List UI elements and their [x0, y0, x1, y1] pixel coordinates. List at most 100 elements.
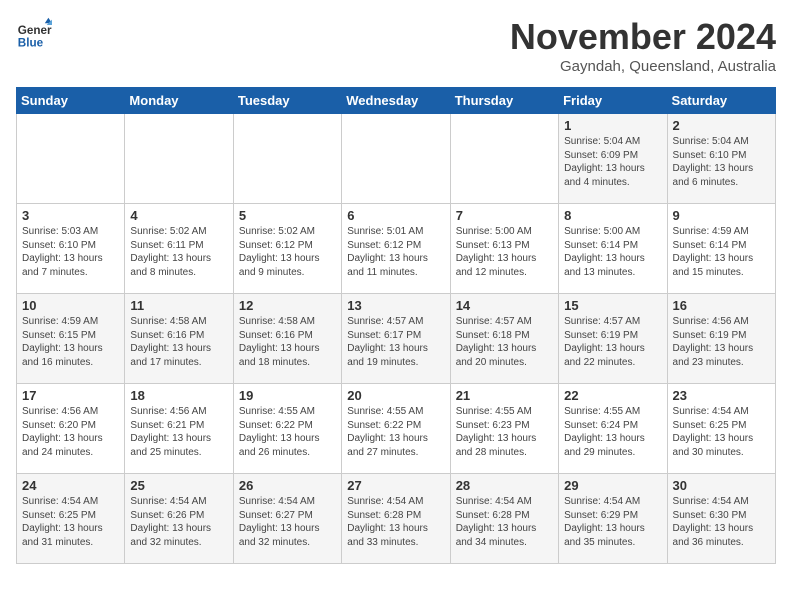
day-info: Sunrise: 4:59 AM Sunset: 6:15 PM Dayligh…	[22, 315, 119, 369]
day-cell: 22 Sunrise: 4:55 AM Sunset: 6:24 PM Dayli…	[559, 384, 667, 474]
day-cell: 9Sunrise: 4:59 AM Sunset: 6:14 PM Daylig…	[667, 204, 775, 294]
day-info: Sunrise: 4:58 AM Sunset: 6:16 PM Dayligh…	[130, 315, 227, 369]
day-number: 11	[130, 298, 227, 313]
day-cell	[17, 114, 125, 204]
col-header-saturday: Saturday	[667, 88, 775, 114]
day-info: Sunrise: 4:57 AM Sunset: 6:18 PM Dayligh…	[456, 315, 553, 369]
day-info: Sunrise: 5:00 AM Sunset: 6:13 PM Dayligh…	[456, 225, 553, 279]
col-header-friday: Friday	[559, 88, 667, 114]
day-number: 10	[22, 298, 119, 313]
day-info: Sunrise: 5:02 AM Sunset: 6:11 PM Dayligh…	[130, 225, 227, 279]
day-number: 26	[239, 478, 336, 493]
day-info: Sunrise: 4:54 AM Sunset: 6:28 PM Dayligh…	[456, 495, 553, 549]
day-cell: 8 Sunrise: 5:00 AM Sunset: 6:14 PM Daylig…	[559, 204, 667, 294]
day-info: Sunrise: 4:58 AM Sunset: 6:16 PM Dayligh…	[239, 315, 336, 369]
day-number: 30	[673, 478, 770, 493]
day-info: Sunrise: 4:54 AM Sunset: 6:29 PM Dayligh…	[564, 495, 661, 549]
day-cell: 20Sunrise: 4:55 AM Sunset: 6:22 PM Dayli…	[342, 384, 450, 474]
day-number: 27	[347, 478, 444, 493]
day-cell: 21Sunrise: 4:55 AM Sunset: 6:23 PM Dayli…	[450, 384, 558, 474]
week-row-3: 10 Sunrise: 4:59 AM Sunset: 6:15 PM Dayli…	[17, 294, 776, 384]
day-number: 6	[347, 208, 444, 223]
day-info: Sunrise: 5:01 AM Sunset: 6:12 PM Dayligh…	[347, 225, 444, 279]
col-header-tuesday: Tuesday	[233, 88, 341, 114]
day-number: 24	[22, 478, 119, 493]
day-info: Sunrise: 4:54 AM Sunset: 6:30 PM Dayligh…	[673, 495, 770, 549]
day-number: 2	[673, 118, 770, 133]
day-cell: 3 Sunrise: 5:03 AM Sunset: 6:10 PM Daylig…	[17, 204, 125, 294]
day-number: 3	[22, 208, 119, 223]
day-cell: 18Sunrise: 4:56 AM Sunset: 6:21 PM Dayli…	[125, 384, 233, 474]
day-number: 15	[564, 298, 661, 313]
day-info: Sunrise: 4:59 AM Sunset: 6:14 PM Dayligh…	[673, 225, 770, 279]
day-number: 17	[22, 388, 119, 403]
day-number: 4	[130, 208, 227, 223]
month-title: November 2024	[510, 16, 776, 58]
day-cell: 19Sunrise: 4:55 AM Sunset: 6:22 PM Dayli…	[233, 384, 341, 474]
day-cell: 30 Sunrise: 4:54 AM Sunset: 6:30 PM Dayli…	[667, 474, 775, 564]
svg-text:General: General	[18, 24, 52, 37]
logo: General Blue	[16, 16, 52, 52]
day-cell: 23Sunrise: 4:54 AM Sunset: 6:25 PM Dayli…	[667, 384, 775, 474]
day-number: 13	[347, 298, 444, 313]
day-info: Sunrise: 4:54 AM Sunset: 6:26 PM Dayligh…	[130, 495, 227, 549]
day-number: 28	[456, 478, 553, 493]
day-cell: 10 Sunrise: 4:59 AM Sunset: 6:15 PM Dayli…	[17, 294, 125, 384]
day-cell: 15 Sunrise: 4:57 AM Sunset: 6:19 PM Dayli…	[559, 294, 667, 384]
day-info: Sunrise: 5:04 AM Sunset: 6:09 PM Dayligh…	[564, 135, 661, 189]
day-info: Sunrise: 4:55 AM Sunset: 6:24 PM Dayligh…	[564, 405, 661, 459]
day-cell: 28 Sunrise: 4:54 AM Sunset: 6:28 PM Dayli…	[450, 474, 558, 564]
day-cell	[342, 114, 450, 204]
day-cell: 2 Sunrise: 5:04 AM Sunset: 6:10 PM Daylig…	[667, 114, 775, 204]
day-number: 21	[456, 388, 553, 403]
day-cell: 6 Sunrise: 5:01 AM Sunset: 6:12 PM Daylig…	[342, 204, 450, 294]
day-cell	[450, 114, 558, 204]
day-number: 5	[239, 208, 336, 223]
day-number: 14	[456, 298, 553, 313]
day-info: Sunrise: 4:57 AM Sunset: 6:17 PM Dayligh…	[347, 315, 444, 369]
day-cell: 26 Sunrise: 4:54 AM Sunset: 6:27 PM Dayli…	[233, 474, 341, 564]
day-cell: 7 Sunrise: 5:00 AM Sunset: 6:13 PM Daylig…	[450, 204, 558, 294]
day-info: Sunrise: 4:54 AM Sunset: 6:28 PM Dayligh…	[347, 495, 444, 549]
day-cell: 11 Sunrise: 4:58 AM Sunset: 6:16 PM Dayli…	[125, 294, 233, 384]
week-row-5: 24 Sunrise: 4:54 AM Sunset: 6:25 PM Dayli…	[17, 474, 776, 564]
day-cell: 1Sunrise: 5:04 AM Sunset: 6:09 PM Daylig…	[559, 114, 667, 204]
col-header-monday: Monday	[125, 88, 233, 114]
day-number: 7	[456, 208, 553, 223]
page-header: General Blue November 2024 Gayndah, Quee…	[16, 16, 776, 75]
day-info: Sunrise: 4:56 AM Sunset: 6:19 PM Dayligh…	[673, 315, 770, 369]
day-cell: 29 Sunrise: 4:54 AM Sunset: 6:29 PM Dayli…	[559, 474, 667, 564]
day-info: Sunrise: 4:54 AM Sunset: 6:25 PM Dayligh…	[22, 495, 119, 549]
day-info: Sunrise: 4:54 AM Sunset: 6:27 PM Dayligh…	[239, 495, 336, 549]
day-info: Sunrise: 5:04 AM Sunset: 6:10 PM Dayligh…	[673, 135, 770, 189]
day-cell	[233, 114, 341, 204]
day-number: 22	[564, 388, 661, 403]
week-row-4: 17 Sunrise: 4:56 AM Sunset: 6:20 PM Dayli…	[17, 384, 776, 474]
day-cell: 17 Sunrise: 4:56 AM Sunset: 6:20 PM Dayli…	[17, 384, 125, 474]
day-cell: 24 Sunrise: 4:54 AM Sunset: 6:25 PM Dayli…	[17, 474, 125, 564]
day-number: 25	[130, 478, 227, 493]
day-cell: 5Sunrise: 5:02 AM Sunset: 6:12 PM Daylig…	[233, 204, 341, 294]
day-cell	[125, 114, 233, 204]
day-number: 20	[347, 388, 444, 403]
day-number: 29	[564, 478, 661, 493]
day-info: Sunrise: 4:57 AM Sunset: 6:19 PM Dayligh…	[564, 315, 661, 369]
day-cell: 14 Sunrise: 4:57 AM Sunset: 6:18 PM Dayli…	[450, 294, 558, 384]
day-number: 23	[673, 388, 770, 403]
day-number: 8	[564, 208, 661, 223]
calendar-table: SundayMondayTuesdayWednesdayThursdayFrid…	[16, 87, 776, 564]
day-info: Sunrise: 4:56 AM Sunset: 6:20 PM Dayligh…	[22, 405, 119, 459]
day-number: 12	[239, 298, 336, 313]
col-header-sunday: Sunday	[17, 88, 125, 114]
col-header-wednesday: Wednesday	[342, 88, 450, 114]
week-row-1: 1Sunrise: 5:04 AM Sunset: 6:09 PM Daylig…	[17, 114, 776, 204]
logo-icon: General Blue	[16, 16, 52, 52]
day-cell: 13 Sunrise: 4:57 AM Sunset: 6:17 PM Dayli…	[342, 294, 450, 384]
day-cell: 27 Sunrise: 4:54 AM Sunset: 6:28 PM Dayli…	[342, 474, 450, 564]
day-info: Sunrise: 5:00 AM Sunset: 6:14 PM Dayligh…	[564, 225, 661, 279]
day-info: Sunrise: 5:03 AM Sunset: 6:10 PM Dayligh…	[22, 225, 119, 279]
day-cell: 16Sunrise: 4:56 AM Sunset: 6:19 PM Dayli…	[667, 294, 775, 384]
day-number: 18	[130, 388, 227, 403]
day-info: Sunrise: 4:55 AM Sunset: 6:22 PM Dayligh…	[239, 405, 336, 459]
location-subtitle: Gayndah, Queensland, Australia	[510, 58, 776, 75]
